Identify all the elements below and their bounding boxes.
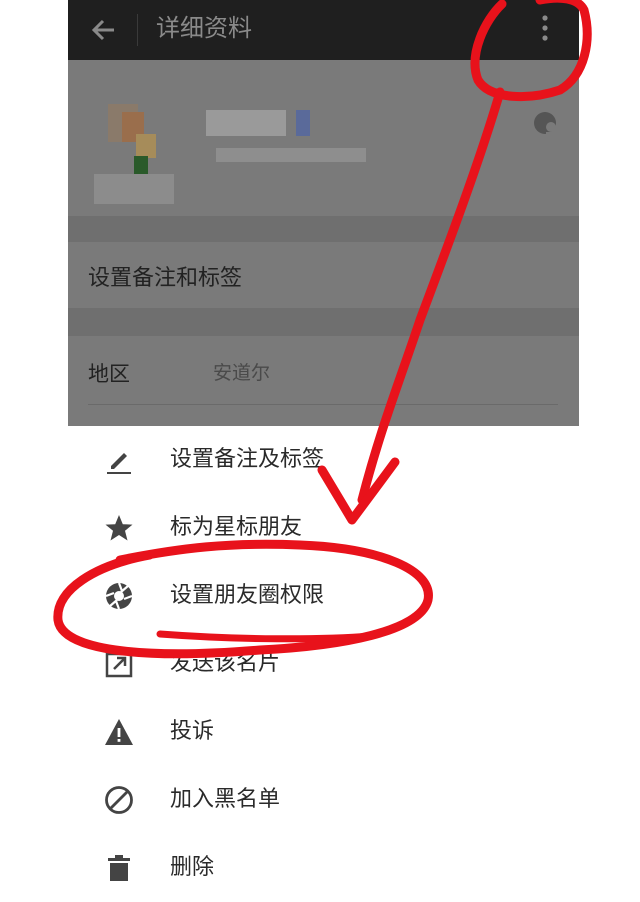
blurred-id — [216, 148, 366, 162]
section-gap — [68, 308, 579, 336]
more-options-icon[interactable] — [530, 10, 560, 46]
page-title: 详细资料 — [156, 14, 252, 42]
menu-item-set-remark[interactable]: 设置备注及标签 — [0, 426, 640, 494]
row-divider — [88, 404, 558, 405]
avatar — [94, 104, 178, 206]
pencil-icon — [107, 453, 131, 474]
region-value: 安道尔 — [213, 362, 271, 384]
menu-item-report[interactable]: 投诉 — [0, 698, 640, 766]
blurred-name — [206, 110, 286, 136]
menu-item-blacklist[interactable]: 加入黑名单 — [0, 766, 640, 834]
menu-item-delete[interactable]: 删除 — [0, 834, 640, 902]
section-gap — [68, 216, 579, 242]
topbar-divider — [137, 14, 138, 46]
menu-item-moments-permission[interactable]: 设置朋友圈权限 — [0, 562, 640, 630]
region-label: 地区 — [88, 362, 130, 386]
profile-screen: 详细资料 设置备注和标签 地区 安道尔 — [68, 0, 579, 426]
menu-item-label: 设置备注及标签 — [170, 447, 325, 472]
menu-item-star-friend[interactable]: 标为星标朋友 — [0, 494, 640, 562]
menu-item-label: 发送该名片 — [170, 651, 281, 676]
menu-item-label: 投诉 — [170, 719, 215, 744]
options-menu: 设置备注及标签 标为星标朋友 设置朋友圈权限 发送该名片 投诉 加入黑名单 删除 — [0, 426, 640, 881]
menu-item-label: 删除 — [170, 855, 215, 880]
menu-item-label: 设置朋友圈权限 — [170, 583, 325, 608]
block-icon — [105, 786, 133, 814]
aperture-icon — [105, 582, 133, 610]
remark-row-label: 设置备注和标签 — [88, 266, 243, 291]
share-icon — [105, 652, 133, 678]
menu-item-send-card[interactable]: 发送该名片 — [0, 630, 640, 698]
gender-badge — [296, 110, 310, 136]
menu-item-label: 加入黑名单 — [170, 787, 281, 812]
trash-icon — [108, 855, 130, 881]
star-icon — [105, 515, 133, 541]
warning-icon — [105, 719, 133, 745]
region-row: 地区 安道尔 — [68, 336, 579, 426]
contact-card-icon — [534, 112, 557, 138]
top-bar: 详细资料 — [68, 0, 579, 60]
menu-item-label: 标为星标朋友 — [170, 515, 303, 540]
remark-row[interactable]: 设置备注和标签 — [68, 242, 579, 308]
profile-card[interactable] — [68, 60, 579, 216]
back-arrow-icon[interactable] — [86, 12, 122, 48]
